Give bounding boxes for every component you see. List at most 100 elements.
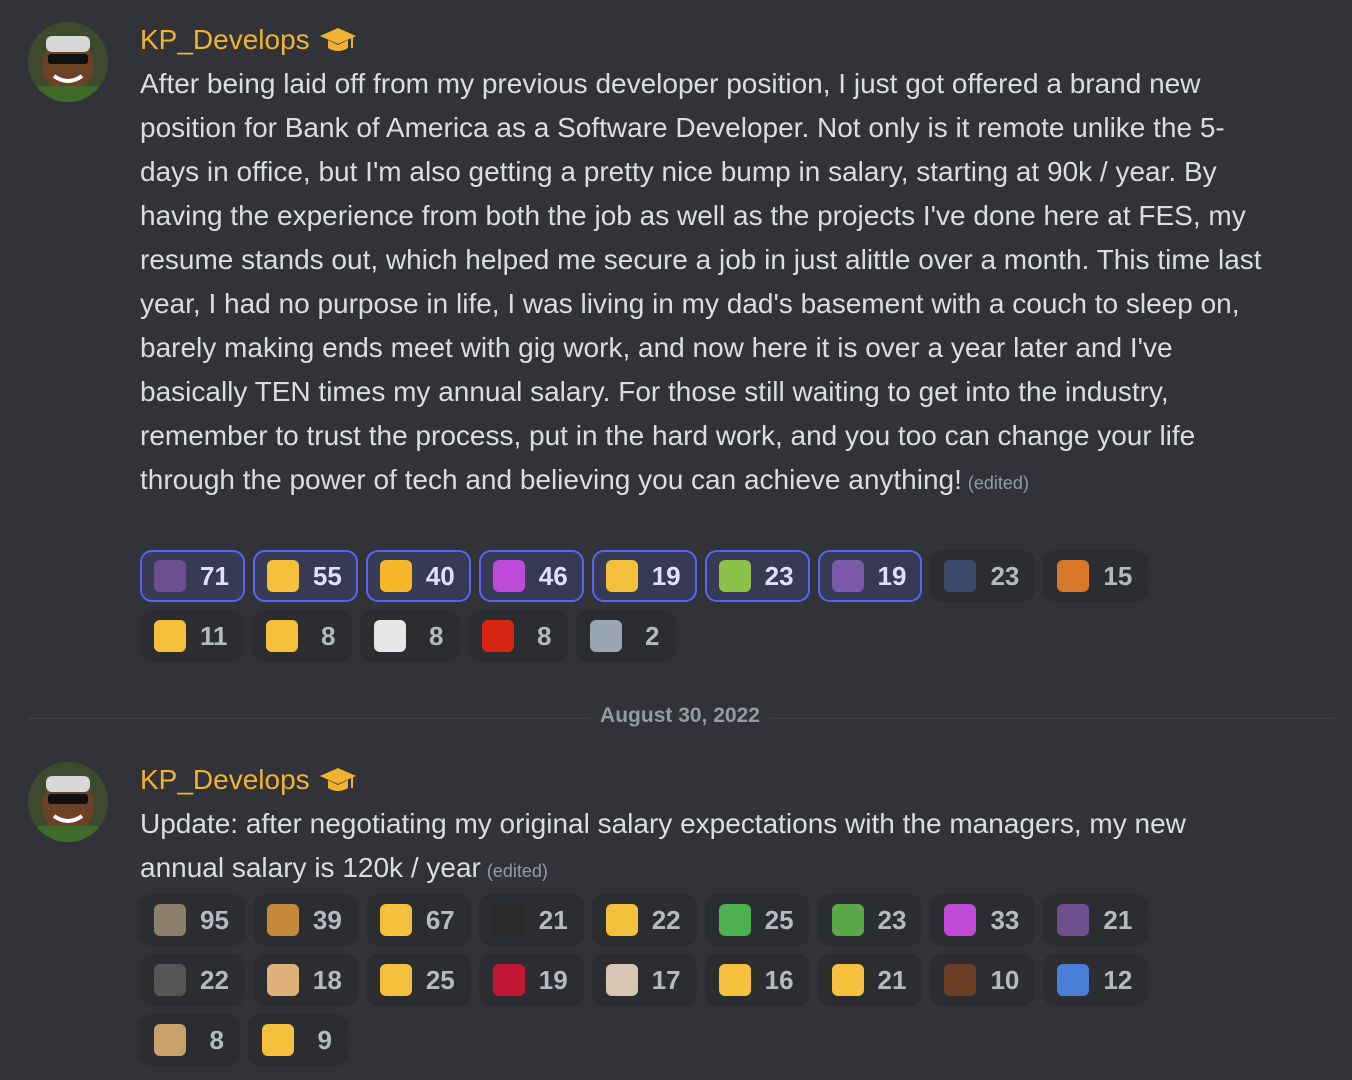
man-face-icon (944, 964, 977, 996)
flexed-biceps-icon (831, 964, 864, 996)
reaction-button[interactable]: 8 (140, 1014, 240, 1066)
reaction-count: 21 (538, 904, 568, 935)
reaction-count: 16 (764, 964, 794, 995)
reaction-button[interactable]: 16 (704, 954, 810, 1006)
reaction-count: 19 (651, 560, 681, 591)
reaction-button[interactable]: 21 (1043, 894, 1149, 946)
avatar[interactable] (28, 762, 108, 842)
reaction-button[interactable]: 25 (704, 894, 810, 946)
smug-face-icon (266, 904, 299, 936)
graduation-cap-icon (318, 24, 358, 56)
reaction-button[interactable]: 25 (365, 954, 471, 1006)
reaction-button[interactable]: 19 (591, 550, 697, 602)
reaction-count: 22 (651, 904, 681, 935)
reaction-button[interactable]: 21 (817, 954, 923, 1006)
purple-fire-icon (492, 560, 525, 592)
reaction-count: 46 (538, 560, 568, 591)
graduation-cap-icon (318, 764, 358, 796)
bread-icon (266, 964, 299, 996)
reaction-button[interactable]: 18 (252, 954, 358, 1006)
reaction-count: 8 (537, 620, 552, 651)
reaction-button[interactable]: 71 (140, 550, 245, 602)
reaction-button[interactable]: 11 (140, 610, 244, 662)
reaction-count: 10 (990, 964, 1020, 995)
reaction-button[interactable]: 46 (478, 550, 584, 602)
message-content: After being laid off from my previous de… (140, 62, 1270, 505)
edited-label: (edited) (967, 473, 1029, 493)
thanos-snap-icon (831, 560, 864, 592)
red-crystal-icon (492, 964, 525, 996)
reaction-count: 11 (200, 620, 228, 651)
date-divider-label: August 30, 2022 (590, 704, 770, 727)
reactions: 71 55 40 46 19 23 19 23 15 11 8 8 8 2 (140, 550, 1240, 662)
chat-log: KP_Develops After being laid off from my… (0, 0, 1352, 1080)
fist-bump-icon (718, 964, 751, 996)
reaction-count: 9 (317, 1024, 332, 1055)
reaction-count: 23 (764, 560, 794, 591)
reaction-button[interactable]: 33 (930, 894, 1036, 946)
reaction-button[interactable]: 9 (248, 1014, 348, 1066)
thumbs-up-icon (266, 560, 299, 592)
reaction-button[interactable]: 39 (252, 894, 358, 946)
thumbs-up-icon (379, 904, 412, 936)
face-photo-icon (154, 904, 186, 936)
slightly-smiling-face-icon (262, 1024, 294, 1056)
reaction-count: 23 (877, 904, 907, 935)
thanos-icon (1057, 904, 1090, 936)
reaction-button[interactable]: 23 (930, 550, 1036, 602)
ghost-face-icon (373, 620, 406, 652)
reaction-count: 18 (312, 964, 342, 995)
reaction-button[interactable]: 55 (252, 550, 358, 602)
reaction-count: 39 (312, 904, 342, 935)
reaction-button[interactable]: 67 (365, 894, 471, 946)
reaction-count: 23 (990, 560, 1020, 591)
reaction-count: 95 (200, 904, 229, 935)
reaction-count: 8 (321, 620, 336, 651)
trash-can-icon (589, 620, 622, 652)
frog-icon (831, 904, 864, 936)
reaction-button[interactable]: 17 (591, 954, 697, 1006)
reaction-button[interactable]: 12 (1043, 954, 1149, 1006)
reaction-count: 21 (877, 964, 907, 995)
reaction-button[interactable]: 22 (140, 954, 245, 1006)
reaction-button[interactable]: 8 (359, 610, 460, 662)
reaction-count: 67 (425, 904, 455, 935)
reaction-button[interactable]: 21 (478, 894, 584, 946)
reaction-button[interactable]: 95 (140, 894, 245, 946)
sunglasses-pug-icon (154, 1024, 186, 1056)
reaction-button[interactable]: 15 (1043, 550, 1149, 602)
username-row: KP_Develops (140, 760, 358, 800)
sunglasses-man-icon (154, 964, 186, 996)
username[interactable]: KP_Develops (140, 24, 310, 56)
reactions: 95 39 67 21 22 25 23 33 21 22 18 25 19 17 16 21 10 12 8 9 (140, 894, 1240, 1066)
reaction-button[interactable]: 8 (251, 610, 352, 662)
reaction-button[interactable]: 23 (817, 894, 923, 946)
reaction-button[interactable]: 19 (817, 550, 923, 602)
reaction-count: 33 (990, 904, 1020, 935)
reaction-count: 71 (200, 560, 229, 591)
dark-cat-icon (492, 904, 525, 936)
reaction-button[interactable]: 22 (591, 894, 697, 946)
reaction-button[interactable]: 23 (704, 550, 810, 602)
reaction-button[interactable]: 19 (478, 954, 584, 1006)
avatar[interactable] (28, 22, 108, 102)
reaction-count: 8 (429, 620, 444, 651)
stick-figure-icon (718, 904, 751, 936)
reaction-button[interactable]: 8 (467, 610, 568, 662)
bulgaria-flag-icon (481, 620, 514, 652)
username[interactable]: KP_Develops (140, 764, 310, 796)
reaction-count: 22 (200, 964, 229, 995)
reaction-count: 17 (651, 964, 681, 995)
avatar-image (28, 762, 108, 842)
reaction-button[interactable]: 10 (930, 954, 1036, 1006)
message-content: Update: after negotiating my original sa… (140, 802, 1270, 893)
reaction-button[interactable]: 2 (575, 610, 676, 662)
rocket-icon (1057, 964, 1090, 996)
date-divider: August 30, 2022 (0, 704, 1352, 728)
avatar-image (28, 22, 108, 102)
orange-cat-icon (1057, 560, 1090, 592)
reaction-button[interactable]: 40 (365, 550, 471, 602)
reaction-count: 40 (425, 560, 455, 591)
reaction-count: 15 (1103, 560, 1133, 591)
reaction-count: 55 (312, 560, 342, 591)
